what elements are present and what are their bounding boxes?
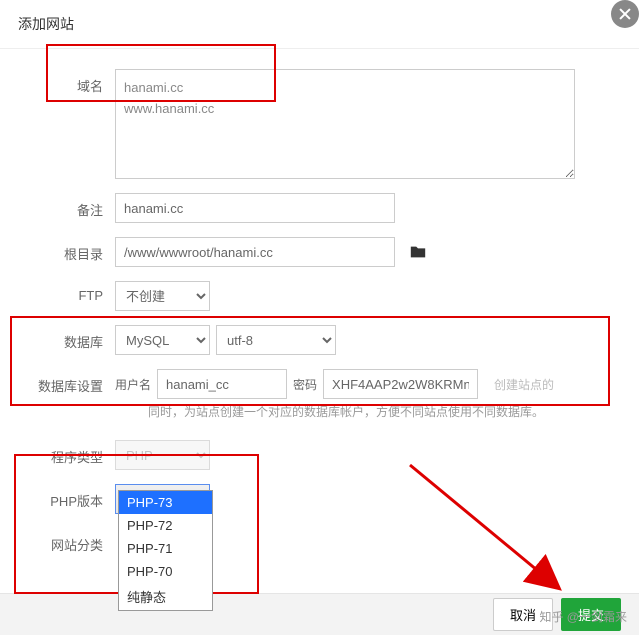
ftp-label: FTP bbox=[30, 281, 115, 303]
php-option[interactable]: PHP-70 bbox=[119, 560, 212, 583]
db-pass-label: 密码 bbox=[293, 376, 317, 393]
domain-label: 域名 bbox=[30, 69, 115, 95]
modal-title: 添加网站 bbox=[18, 16, 74, 32]
domain-textarea[interactable] bbox=[115, 69, 575, 179]
close-button[interactable] bbox=[611, 0, 639, 28]
type-label: 程序类型 bbox=[30, 440, 115, 466]
php-option[interactable]: 纯静态 bbox=[119, 583, 212, 610]
db-label: 数据库 bbox=[30, 325, 115, 351]
db-user-label: 用户名 bbox=[115, 376, 151, 393]
php-label: PHP版本 bbox=[30, 484, 115, 510]
remark-input[interactable] bbox=[115, 193, 395, 223]
root-label: 根目录 bbox=[30, 237, 115, 263]
php-option[interactable]: PHP-73 bbox=[119, 491, 212, 514]
php-option[interactable]: PHP-71 bbox=[119, 537, 212, 560]
root-input[interactable] bbox=[115, 237, 395, 267]
db-user-input[interactable] bbox=[157, 369, 287, 399]
db-type-select[interactable]: MySQL bbox=[115, 325, 210, 355]
folder-icon[interactable] bbox=[409, 244, 427, 260]
category-label: 网站分类 bbox=[30, 528, 115, 554]
php-version-dropdown[interactable]: PHP-73PHP-72PHP-71PHP-70纯静态 bbox=[118, 490, 213, 611]
php-option[interactable]: PHP-72 bbox=[119, 514, 212, 537]
dbset-label: 数据库设置 bbox=[30, 369, 115, 395]
ftp-select[interactable]: 不创建 bbox=[115, 281, 210, 311]
db-hint-line: 同时，为站点创建一个对应的数据库帐户，方便不同站点使用不同数据库。 bbox=[148, 403, 609, 420]
db-charset-select[interactable]: utf-8 bbox=[216, 325, 336, 355]
db-hint-side: 创建站点的 bbox=[494, 376, 554, 393]
remark-label: 备注 bbox=[30, 193, 115, 219]
db-pass-input[interactable] bbox=[323, 369, 478, 399]
program-type-select: PHP bbox=[115, 440, 210, 470]
watermark-text: 知乎 @一剑霜来 bbox=[539, 608, 627, 625]
